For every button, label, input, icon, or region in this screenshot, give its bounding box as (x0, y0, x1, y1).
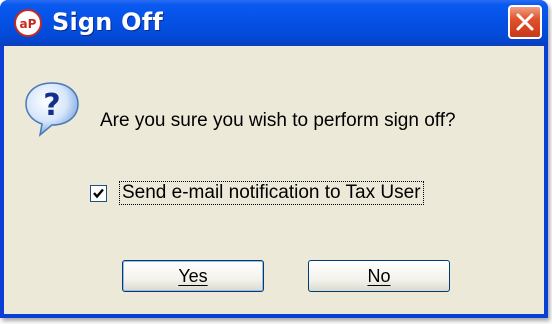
close-icon (516, 13, 534, 31)
window-title: Sign Off (52, 8, 164, 36)
dialog-body: ? Are you sure you wish to perform sign … (4, 46, 544, 314)
title-bar[interactable]: aP Sign Off (0, 0, 548, 46)
svg-text:aP: aP (20, 17, 37, 31)
email-notification-label[interactable]: Send e-mail notification to Tax User (119, 181, 424, 205)
yes-button-label: Yes (178, 265, 208, 286)
svg-text:?: ? (43, 88, 60, 123)
ap-logo-icon: aP (14, 9, 42, 37)
sign-off-dialog: aP Sign Off ? Are you sure you wish to p… (0, 0, 548, 318)
email-notification-option[interactable]: Send e-mail notification to Tax User (90, 181, 424, 205)
yes-button[interactable]: Yes (122, 260, 264, 292)
email-notification-checkbox[interactable] (90, 184, 107, 202)
checkmark-icon (93, 188, 104, 198)
question-icon: ? (22, 78, 82, 138)
no-button-label: No (367, 265, 391, 286)
confirm-message: Are you sure you wish to perform sign of… (100, 110, 456, 131)
no-button[interactable]: No (308, 260, 450, 292)
close-button[interactable] (508, 5, 542, 39)
